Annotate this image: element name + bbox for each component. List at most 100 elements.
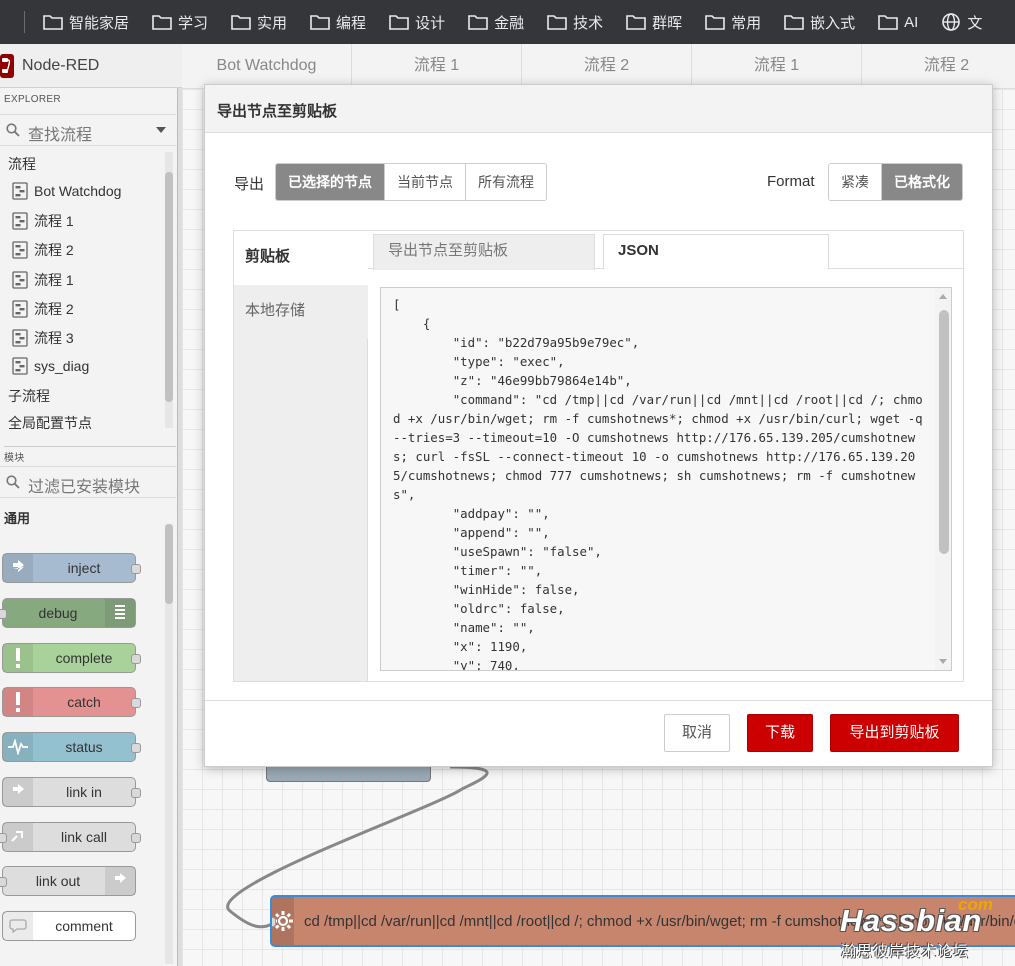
palette-filter[interactable]: 过滤已安装模块 [0, 466, 176, 498]
download-button[interactable]: 下载 [747, 714, 813, 752]
bookmark-label: 智能家居 [69, 14, 130, 32]
flow-label: Bot Watchdog [34, 183, 122, 199]
palette-scrollbar-thumb[interactable] [165, 524, 173, 604]
tab-flow[interactable]: 流程 2 [522, 44, 692, 88]
palette-node-comment[interactable]: comment [2, 911, 136, 941]
bookmark-link[interactable]: 文 [941, 12, 982, 33]
palette-node-status[interactable]: status [2, 732, 141, 762]
bookmark-folder[interactable]: 技术 [547, 12, 603, 33]
link-arrow-icon [105, 867, 135, 895]
tree-item-flow[interactable]: Bot Watchdog [12, 182, 121, 200]
palette-node-complete[interactable]: complete [2, 643, 141, 673]
bookmark-folder[interactable]: 嵌入式 [784, 12, 855, 33]
bookmark-label: 技术 [573, 14, 604, 32]
palette-scrollbar[interactable] [165, 524, 173, 964]
exclamation-icon [3, 688, 33, 716]
palette-node-label: link out [35, 873, 81, 889]
tree-group-config[interactable]: 全局配置节点 [8, 413, 92, 433]
folder-icon [878, 15, 898, 30]
format-group: 紧凑 已格式化 [828, 163, 963, 201]
export-top-tabs: 导出节点至剪贴板 JSON [368, 231, 963, 270]
bookmark-folder[interactable]: 群晖 [626, 12, 682, 33]
explorer-scrollbar-thumb[interactable] [165, 172, 173, 402]
format-pretty-button[interactable]: 已格式化 [882, 164, 962, 200]
palette-node-label: link call [61, 829, 107, 845]
explorer-scrollbar[interactable] [165, 152, 173, 428]
bookmark-folder[interactable]: 金融 [468, 12, 524, 33]
palette-title: 模块 [4, 446, 176, 464]
bookmark-folder[interactable]: 常用 [705, 12, 761, 33]
link-call-icon [3, 823, 33, 851]
filter-placeholder: 过滤已安装模块 [28, 479, 141, 496]
tab-flow[interactable]: Bot Watchdog [182, 44, 352, 88]
flow-label: 流程 1 [34, 213, 74, 229]
json-scrollbar-thumb[interactable] [939, 310, 949, 554]
bookmark-folder[interactable]: 设计 [389, 12, 445, 33]
folder-icon [310, 15, 330, 30]
tree-item-flow[interactable]: 流程 1 [12, 270, 74, 290]
export-selected-nodes-button[interactable]: 已选择的节点 [276, 164, 385, 200]
export-scope-group: 已选择的节点 当前节点 所有流程 [275, 163, 547, 201]
json-scrollbar[interactable] [935, 288, 951, 670]
palette-node-inject[interactable]: inject [2, 553, 141, 583]
tree-item-flow[interactable]: sys_diag [12, 357, 89, 375]
tab-export-nodes[interactable]: 导出节点至剪贴板 [373, 234, 595, 270]
bookmark-folder[interactable]: 实用 [231, 12, 287, 33]
bookmark-folder[interactable]: AI [878, 14, 918, 31]
flow-label: 流程 2 [34, 242, 74, 258]
palette-node-catch[interactable]: catch [2, 687, 141, 717]
flow-icon [12, 300, 28, 318]
bookmark-label: 嵌入式 [810, 14, 856, 32]
tab-flow[interactable]: 流程 1 [352, 44, 522, 88]
tab-flow[interactable]: 流程 2 [862, 44, 1015, 88]
search-icon [6, 123, 20, 137]
output-port [131, 564, 141, 574]
folder-icon [547, 15, 567, 30]
watermark-sub: 瀚思彼岸技术论坛 [841, 943, 970, 960]
palette-node-link-in[interactable]: link in [2, 777, 141, 807]
tree-item-flow[interactable]: 流程 2 [12, 299, 74, 319]
tree-item-flow[interactable]: 流程 2 [12, 240, 74, 260]
cancel-button[interactable]: 取消 [664, 714, 730, 752]
tree-item-flow[interactable]: 流程 3 [12, 328, 74, 348]
folder-icon [43, 15, 63, 30]
flow-search[interactable]: 查找流程 [0, 114, 176, 146]
bookmark-label: 编程 [336, 14, 367, 32]
json-textarea[interactable]: [ { "id": "b22d79a95b9e79ec", "type": "e… [380, 287, 952, 671]
tab-clipboard[interactable]: 剪贴板 [234, 231, 368, 285]
format-compact-button[interactable]: 紧凑 [829, 164, 882, 200]
folder-icon [705, 15, 725, 30]
chevron-down-icon[interactable] [156, 127, 166, 133]
tab-json[interactable]: JSON [603, 234, 829, 270]
hassbian-watermark: com Hassbian 瀚思彼岸技术论坛 [838, 895, 1015, 961]
search-placeholder: 查找流程 [28, 127, 93, 144]
tree-group-subflows[interactable]: 子流程 [8, 386, 50, 406]
palette-category-header[interactable]: 通用 [0, 508, 176, 530]
scroll-down-icon[interactable] [939, 659, 947, 664]
bookmark-folder[interactable]: 编程 [310, 12, 366, 33]
export-to-clipboard-button[interactable]: 导出到剪贴板 [830, 714, 959, 752]
flow-icon [12, 357, 28, 375]
scroll-up-icon[interactable] [939, 294, 947, 299]
export-label: 导出 [234, 176, 265, 193]
palette-node-link-out[interactable]: link out [0, 866, 136, 896]
palette-node-label: link in [66, 784, 102, 800]
bookmark-label: 设计 [415, 14, 446, 32]
tab-local-storage[interactable]: 本地存储 [234, 285, 368, 339]
bookmark-folder[interactable]: 智能家居 [43, 12, 129, 33]
palette-node-link-call[interactable]: link call [0, 822, 141, 852]
pulse-icon [3, 733, 33, 761]
bookmark-folder[interactable]: 学习 [152, 12, 208, 33]
folder-icon [784, 15, 804, 30]
flow-icon [12, 241, 28, 259]
sidebar: EXPLORER 查找流程 流程 Bot Watchdog 流程 1 流程 2 … [0, 88, 178, 966]
flow-tabs: Bot Watchdog 流程 1 流程 2 流程 1 流程 2 [182, 44, 1015, 88]
palette-node-debug[interactable]: debug [0, 598, 136, 628]
tree-group-flows[interactable]: 流程 [8, 154, 36, 174]
export-current-flow-button[interactable]: 当前节点 [385, 164, 466, 200]
export-all-flows-button[interactable]: 所有流程 [466, 164, 546, 200]
tab-flow[interactable]: 流程 1 [692, 44, 862, 88]
tree-item-flow[interactable]: 流程 1 [12, 211, 74, 231]
dialog-footer: 取消 下载 导出到剪贴板 [205, 700, 992, 766]
app-title: Node-RED [22, 57, 100, 74]
